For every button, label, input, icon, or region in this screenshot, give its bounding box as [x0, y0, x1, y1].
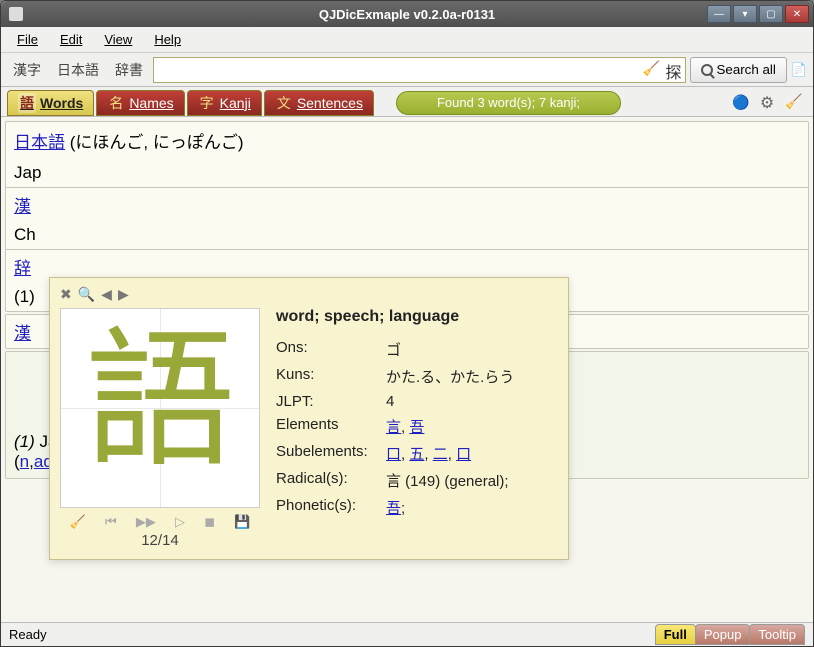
restore-down-button[interactable]: ▾: [733, 5, 757, 23]
status-tab-full[interactable]: Full: [655, 624, 696, 645]
app-window: QJDicExmaple v0.2.0a-r0131 — ▾ ▢ ✕ File …: [0, 0, 814, 647]
status-tab-popup[interactable]: Popup: [695, 624, 751, 645]
canvas-toolbar: 🧹 ⏮ ▶▶ ▷ ◼ 💾: [60, 508, 260, 532]
element-link[interactable]: 言: [386, 419, 401, 436]
entry-gloss: (1): [14, 287, 35, 306]
entry-headword[interactable]: 漢: [14, 197, 31, 216]
radicals-label: Radical(s):: [276, 467, 386, 494]
popup-zoom-icon[interactable]: 🔍: [78, 286, 95, 303]
status-tab-tooltip[interactable]: Tooltip: [749, 624, 805, 645]
tabbar: 語Words 名Names 字Kanji 文Sentences Found 3 …: [1, 87, 813, 117]
search-wrap: 探: [153, 57, 686, 83]
search-input[interactable]: [153, 57, 686, 83]
tab-words[interactable]: 語Words: [7, 90, 94, 116]
elements-label: Elements: [276, 413, 386, 440]
close-button[interactable]: ✕: [785, 5, 809, 23]
entry-headword[interactable]: 日本語: [14, 133, 65, 152]
settings-icon[interactable]: [757, 93, 777, 113]
popup-close-icon[interactable]: ✖: [60, 286, 72, 303]
tab-kanji[interactable]: 字Kanji: [187, 90, 262, 116]
subelement-link[interactable]: 五: [409, 446, 424, 463]
status-text: Ready: [9, 627, 47, 642]
titlebar-buttons: — ▾ ▢ ✕: [707, 5, 809, 23]
menu-edit[interactable]: Edit: [50, 29, 92, 50]
popup-toolbar: ✖ 🔍 ◀ ▶: [60, 284, 558, 304]
entry-gloss: Ch: [14, 225, 36, 244]
entry-readings: (にほんご, にっぽんご): [70, 133, 244, 152]
entry-headword[interactable]: 辞: [14, 259, 31, 278]
maximize-button[interactable]: ▢: [759, 5, 783, 23]
app-icon: [9, 7, 23, 21]
kanji-glyph: 語: [85, 327, 235, 477]
tabbar-right-tools: [731, 93, 807, 113]
canvas-stop-icon[interactable]: ◼: [204, 514, 215, 530]
stroke-count: 12/14: [60, 532, 260, 549]
toolbar: 漢字 日本語 辞書 探 Search all 📄: [1, 53, 813, 87]
search-glyph-icon[interactable]: 探: [666, 59, 682, 83]
popup-prev-icon[interactable]: ◀: [101, 286, 112, 303]
canvas-rewind-icon[interactable]: ⏮: [105, 514, 117, 530]
subelement-link[interactable]: 口: [456, 446, 471, 463]
toolbar-label-nihongo[interactable]: 日本語: [51, 57, 105, 83]
result-count-status: Found 3 word(s); 7 kanji;: [396, 91, 621, 115]
kanji-stroke-canvas[interactable]: 語: [60, 308, 260, 508]
toolbar-extra-icon[interactable]: 📄: [791, 62, 807, 78]
radicals-value: 言 (149) (general);: [386, 467, 520, 494]
jlpt-label: JLPT:: [276, 390, 386, 413]
window-title: QJDicExmaple v0.2.0a-r0131: [319, 7, 495, 22]
menubar: File Edit View Help: [1, 27, 813, 53]
ons-label: Ons:: [276, 336, 386, 363]
jlpt-value: 4: [386, 390, 520, 413]
titlebar: QJDicExmaple v0.2.0a-r0131 — ▾ ▢ ✕: [1, 1, 813, 27]
kuns-value: かた.る、かた.らう: [386, 363, 520, 390]
menu-help[interactable]: Help: [144, 29, 191, 50]
search-all-button[interactable]: Search all: [690, 57, 787, 83]
kanji-meaning: word; speech; language: [276, 308, 558, 326]
popup-next-icon[interactable]: ▶: [118, 286, 129, 303]
menu-view[interactable]: View: [94, 29, 142, 50]
broom-icon[interactable]: [783, 93, 803, 113]
statusbar: Ready Full Popup Tooltip: [1, 622, 813, 646]
search-icon: [701, 64, 713, 76]
clear-search-icon[interactable]: [642, 61, 660, 79]
kanji-popup: ✖ 🔍 ◀ ▶ 語 🧹 ⏮ ▶▶ ▷ ◼ 💾: [49, 277, 569, 560]
tab-names[interactable]: 名Names: [96, 90, 184, 116]
kanji-info: word; speech; language Ons:ゴ Kuns:かた.る、か…: [276, 308, 558, 549]
toolbar-label-kanji[interactable]: 漢字: [7, 57, 47, 83]
element-link[interactable]: 吾: [409, 419, 424, 436]
phonetics-label: Phonetic(s):: [276, 494, 386, 521]
subelement-link[interactable]: 二: [433, 446, 448, 463]
subelement-link[interactable]: 口: [386, 446, 401, 463]
entry-gloss: Jap: [14, 163, 41, 182]
menu-file[interactable]: File: [7, 29, 48, 50]
canvas-step-icon[interactable]: ▷: [175, 514, 185, 530]
search-all-label: Search all: [717, 62, 776, 77]
pos-link[interactable]: n: [20, 452, 29, 471]
ons-value: ゴ: [386, 336, 520, 363]
entry-headword[interactable]: 漢: [14, 324, 31, 343]
minimize-button[interactable]: —: [707, 5, 731, 23]
canvas-broom-icon[interactable]: 🧹: [70, 514, 86, 530]
kuns-label: Kuns:: [276, 363, 386, 390]
content-area: 日本語 (にほんご, にっぽんご) Jap 漢 Ch 辞 (1) 漢 にっぽんご…: [1, 117, 813, 622]
canvas-save-icon[interactable]: 💾: [234, 514, 250, 530]
subelements-label: Subelements:: [276, 440, 386, 467]
tab-sentences[interactable]: 文Sentences: [264, 90, 374, 116]
canvas-play-icon[interactable]: ▶▶: [136, 514, 156, 530]
sense-number: (1): [14, 432, 35, 451]
web-icon[interactable]: [731, 93, 751, 113]
kanji-canvas-wrap: 語 🧹 ⏮ ▶▶ ▷ ◼ 💾 12/14: [60, 308, 260, 549]
toolbar-label-jisho[interactable]: 辞書: [109, 57, 149, 83]
phonetic-link[interactable]: 吾: [386, 500, 401, 517]
status-right: Full Popup Tooltip: [656, 624, 805, 645]
